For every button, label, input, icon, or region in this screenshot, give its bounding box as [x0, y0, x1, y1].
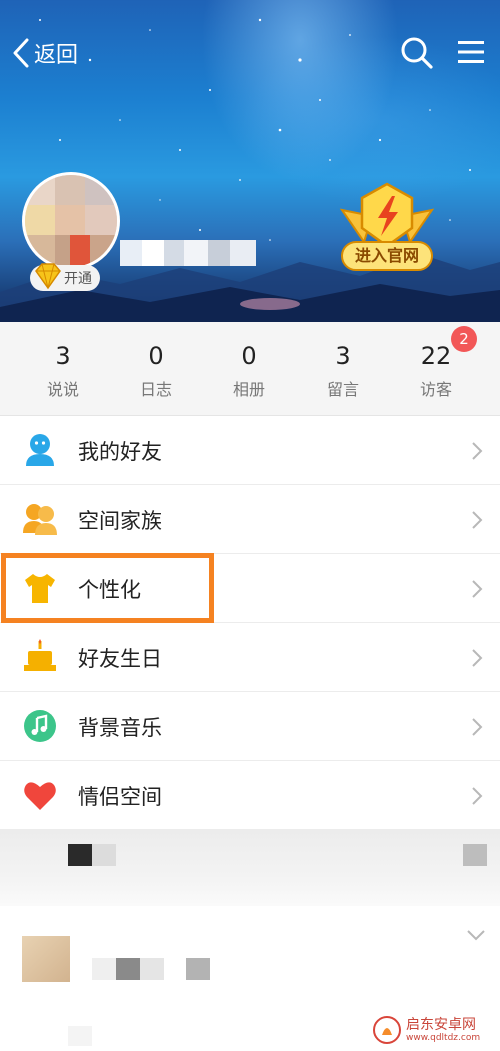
- menu-item-label: 空间家族: [78, 509, 162, 533]
- menu-item-space-family[interactable]: 空间家族: [0, 485, 500, 554]
- nickname-blurred: [120, 240, 280, 266]
- menu-item-couple-space[interactable]: 情侣空间: [0, 761, 500, 830]
- feed-avatar-blurred: [22, 936, 70, 982]
- search-icon[interactable]: [400, 36, 434, 70]
- watermark-text: 启东安卓网: [406, 1016, 476, 1033]
- stats-bar: 3 说说 0 日志 0 相册 3 留言 22 访客: [0, 322, 500, 416]
- stat-album[interactable]: 0 相册: [199, 322, 299, 416]
- official-site-button[interactable]: 进入官网: [332, 180, 442, 276]
- avatar[interactable]: [22, 172, 120, 270]
- vip-open-badge[interactable]: 开通: [30, 263, 100, 291]
- menu-item-label: 好友生日: [78, 647, 162, 671]
- top-navigation-bar: 返回: [0, 0, 500, 100]
- site-watermark: 启东安卓网 www.qdltdz.com: [372, 1012, 496, 1048]
- feature-menu-list: 我的好友 空间家族 个性化 好友生日 背景音乐 情侣空间: [0, 416, 500, 830]
- music-note-icon: [24, 710, 56, 742]
- back-label: 返回: [34, 43, 79, 68]
- blurred-section-header: [0, 830, 500, 906]
- stat-messages-value: 3: [335, 342, 351, 370]
- birthday-cake-icon: [24, 639, 56, 671]
- chevron-right-icon: [472, 511, 483, 529]
- menu-item-label: 情侣空间: [78, 785, 162, 809]
- stat-posts-label: 说说: [46, 380, 79, 399]
- family-icon: [23, 504, 57, 535]
- chevron-right-icon: [472, 649, 483, 667]
- hamburger-menu-icon[interactable]: [456, 38, 486, 66]
- stat-blog-value: 0: [148, 342, 164, 370]
- chevron-left-icon: [13, 38, 29, 68]
- profile-cover-banner: 返回 开通 进入官网: [0, 0, 500, 322]
- personalization-highlight-box: [1, 553, 214, 623]
- yellow-diamond-icon: [35, 263, 61, 290]
- back-button[interactable]: 返回: [10, 34, 78, 72]
- menu-item-friend-birthday[interactable]: 好友生日: [0, 623, 500, 692]
- stat-blog-label: 日志: [139, 380, 172, 399]
- stat-album-label: 相册: [232, 380, 265, 399]
- chevron-down-icon[interactable]: [466, 928, 486, 942]
- chevron-right-icon: [472, 718, 483, 736]
- stat-album-value: 0: [241, 342, 257, 370]
- chevron-right-icon: [472, 580, 483, 598]
- menu-item-my-friends[interactable]: 我的好友: [0, 416, 500, 485]
- stat-messages-label: 留言: [326, 380, 359, 399]
- menu-item-background-music[interactable]: 背景音乐: [0, 692, 500, 761]
- menu-item-label: 背景音乐: [78, 716, 162, 740]
- stat-posts[interactable]: 3 说说: [13, 322, 113, 416]
- chevron-right-icon: [472, 442, 483, 460]
- watermark-url: www.qdltdz.com: [406, 1032, 481, 1043]
- stat-posts-value: 3: [55, 342, 71, 370]
- stat-messages[interactable]: 3 留言: [293, 322, 393, 416]
- friend-icon: [26, 434, 54, 466]
- watermark-logo-icon: [373, 1016, 401, 1044]
- menu-item-label: 我的好友: [78, 440, 162, 464]
- heart-icon: [24, 782, 56, 810]
- official-site-label: 进入官网: [354, 246, 419, 265]
- stat-blog[interactable]: 0 日志: [106, 322, 206, 416]
- visitor-notification-badge: 2: [451, 326, 477, 352]
- stat-visitors-label: 访客: [419, 380, 452, 399]
- vip-open-label: 开通: [64, 271, 92, 287]
- chevron-right-icon: [472, 787, 483, 805]
